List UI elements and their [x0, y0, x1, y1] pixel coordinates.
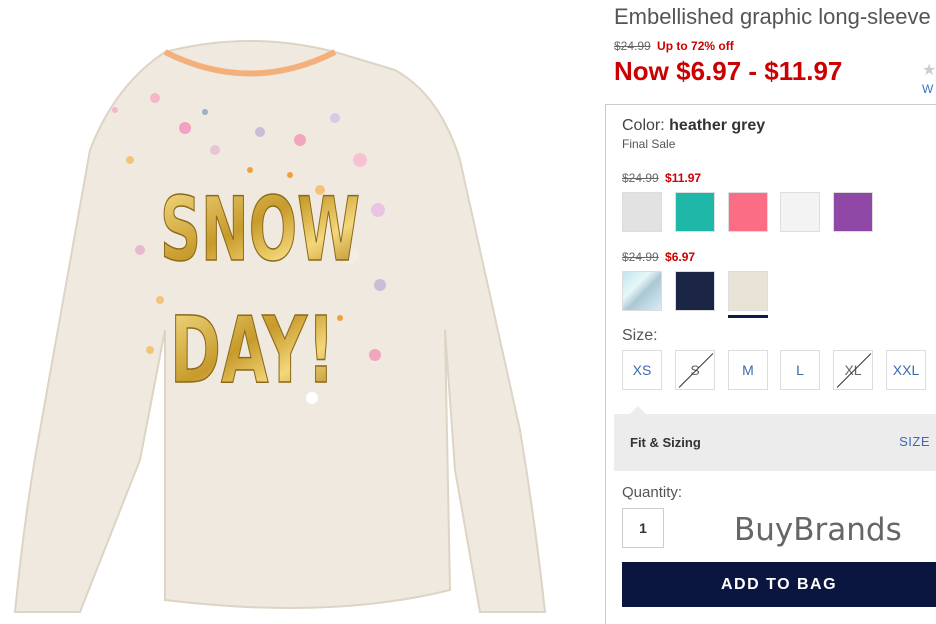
size-s-button[interactable]: S	[675, 350, 715, 390]
size-m-button[interactable]: M	[728, 350, 768, 390]
color-swatch-heather-grey[interactable]	[728, 271, 768, 318]
color-swatch-pink[interactable]	[728, 192, 768, 232]
final-sale-note: Final Sale	[622, 137, 676, 151]
color-swatch-white[interactable]	[780, 192, 820, 232]
tee-illustration: SNOW DAY!	[13, 40, 547, 613]
product-image[interactable]: SNOW DAY!	[0, 0, 600, 624]
color-swatch-light-grey[interactable]	[622, 192, 662, 232]
size-xs-button[interactable]: XS	[622, 350, 662, 390]
quantity-label: Quantity:	[622, 484, 683, 501]
color-swatch-snow-print[interactable]	[622, 271, 662, 311]
size-xl-button[interactable]: XL	[833, 350, 873, 390]
selected-color-name: heather grey	[669, 117, 766, 134]
graphic-text-snow: SNOW	[160, 178, 360, 281]
discount-text: Up to 72% off	[657, 39, 734, 53]
group-original-price: $24.99	[622, 171, 659, 185]
color-swatch-teal[interactable]	[675, 192, 715, 232]
now-price: Now $6.97 - $11.97	[614, 56, 843, 86]
add-to-bag-button[interactable]: ADD TO BAG	[622, 562, 936, 607]
reviews-link[interactable]: W	[922, 82, 933, 96]
size-xxl-button[interactable]: XXL	[886, 350, 926, 390]
original-price: $24.99	[614, 39, 651, 53]
size-l-button[interactable]: L	[780, 350, 820, 390]
graphic-text-day: DAY!	[170, 297, 335, 404]
group-sale-price: $6.97	[665, 250, 696, 264]
size-chart-link[interactable]: SIZE	[899, 434, 930, 449]
price-summary: $24.99 Up to 72% off	[614, 39, 734, 53]
quantity-input[interactable]	[622, 508, 664, 548]
fit-sizing-panel[interactable]: Fit & Sizing SIZE	[614, 406, 936, 471]
fit-sizing-title: Fit & Sizing	[630, 435, 701, 450]
size-label: Size:	[622, 327, 658, 344]
color-label-text: Color:	[622, 117, 665, 134]
watermark-text: BuyBrands	[734, 512, 902, 548]
star-icon[interactable]: ★	[922, 60, 936, 80]
swatch-group-price: $24.99 $6.97	[622, 250, 695, 264]
group-original-price: $24.99	[622, 250, 659, 264]
product-title: Embellished graphic long-sleeve tee	[614, 4, 936, 29]
color-swatch-purple[interactable]	[833, 192, 873, 232]
color-label: Color: heather grey	[622, 117, 765, 135]
color-swatch-navy[interactable]	[675, 271, 715, 311]
group-sale-price: $11.97	[665, 171, 702, 185]
swatch-group-price: $24.99 $11.97	[622, 171, 701, 185]
